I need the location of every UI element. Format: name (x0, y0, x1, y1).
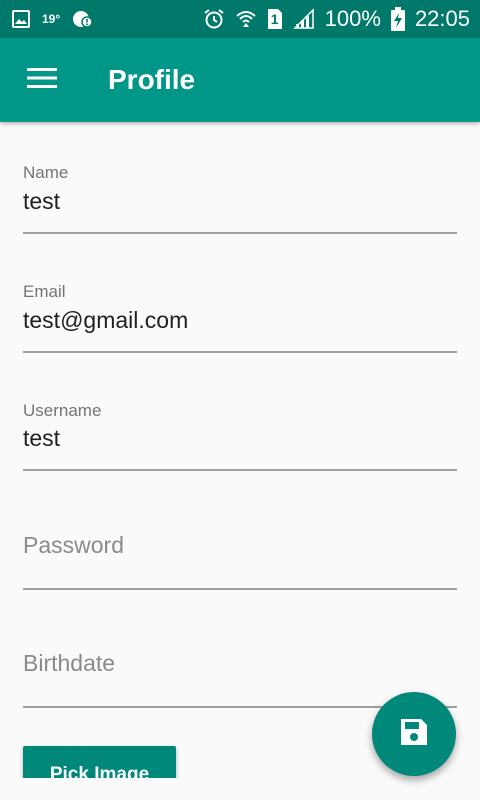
status-time: 22:05 (414, 6, 470, 31)
username-label: Username (23, 401, 102, 420)
page-title: Profile (108, 64, 196, 95)
menu-icon (27, 67, 57, 94)
name-field[interactable]: Name test (23, 158, 457, 234)
save-icon (399, 717, 429, 752)
profile-form: Name test Email test@gmail.com Username … (0, 122, 480, 778)
alarm-icon (203, 8, 225, 30)
app-bar: Profile (0, 38, 480, 122)
save-fab-button[interactable] (372, 692, 456, 776)
birthdate-placeholder: Birthdate (23, 650, 116, 676)
sim-number: 1 (270, 11, 279, 27)
username-field[interactable]: Username test (23, 395, 457, 471)
name-value: test (23, 188, 61, 214)
pick-image-button[interactable]: Pick Image (23, 746, 176, 778)
status-bar-right: 1 100% 22:05 (203, 6, 470, 32)
status-bar-left: 19° (12, 9, 94, 29)
sync-error-icon (72, 9, 94, 29)
battery-percent: 100% (324, 6, 381, 31)
birthdate-field[interactable]: Birthdate (23, 632, 457, 708)
status-bar: 19° 1 100% 22:05 (0, 0, 480, 38)
image-icon (12, 10, 30, 28)
username-value: test (23, 425, 61, 451)
menu-button[interactable] (22, 60, 62, 100)
email-field[interactable]: Email test@gmail.com (23, 277, 457, 353)
password-field[interactable]: Password (23, 514, 457, 590)
email-label: Email (23, 282, 66, 301)
password-placeholder: Password (23, 532, 124, 558)
name-label: Name (23, 163, 69, 182)
temperature-text: 19° (42, 12, 61, 26)
email-value: test@gmail.com (23, 307, 189, 333)
sim-icon: 1 (267, 8, 283, 30)
signal-icon (292, 8, 315, 30)
battery-charging-icon (390, 7, 405, 31)
wifi-icon (235, 8, 257, 30)
